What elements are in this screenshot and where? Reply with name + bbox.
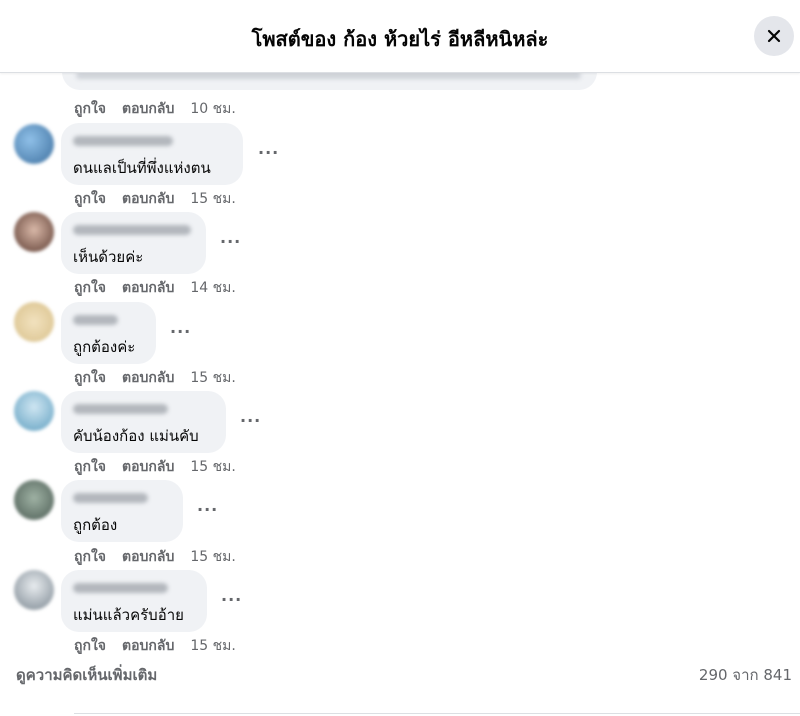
- avatar[interactable]: [14, 391, 54, 431]
- comment-bubble: เห็นด้วยค่ะ: [61, 212, 206, 274]
- like-link[interactable]: ถูกใจ: [74, 635, 106, 657]
- like-link[interactable]: ถูกใจ: [74, 546, 106, 568]
- reply-link[interactable]: ตอบกลับ: [122, 456, 174, 478]
- commenter-name[interactable]: [73, 315, 118, 325]
- reply-link[interactable]: ตอบกลับ: [122, 635, 174, 657]
- comment-text: ถูกต้องค่ะ: [73, 338, 136, 356]
- dialog-header: โพสต์ของ ก้อง ห้วยไร่ อีหลีหนิหล่ะ: [0, 0, 800, 73]
- comment-time[interactable]: 10 ชม.: [190, 98, 235, 120]
- more-options-button[interactable]: ···: [197, 500, 218, 519]
- commenter-name[interactable]: [73, 225, 191, 235]
- comment-actions: ถูกใจ ตอบกลับ 15 ชม.: [74, 635, 236, 657]
- commenter-name[interactable]: [73, 583, 168, 593]
- comment-time[interactable]: 15 ชม.: [190, 546, 235, 568]
- comment-bubble: ถูกต้อง: [61, 480, 183, 542]
- avatar[interactable]: [14, 302, 54, 342]
- avatar[interactable]: [14, 124, 54, 164]
- comment-actions: ถูกใจ ตอบกลับ 15 ชม.: [74, 456, 236, 478]
- comment-actions: ถูกใจ ตอบกลับ 14 ชม.: [74, 277, 236, 299]
- comment-time[interactable]: 15 ชม.: [190, 635, 235, 657]
- reply-link[interactable]: ตอบกลับ: [122, 188, 174, 210]
- like-link[interactable]: ถูกใจ: [74, 277, 106, 299]
- more-options-button[interactable]: ···: [258, 143, 279, 162]
- comment-bubble: ดนแลเป็นที่พึ่งแห่งตน: [61, 123, 243, 185]
- comment-bubble: คับน้องก้อง แม่นคับ: [61, 391, 226, 453]
- comment-time[interactable]: 14 ชม.: [190, 277, 235, 299]
- divider: [74, 713, 800, 714]
- comment-text: เห็นด้วยค่ะ: [73, 248, 144, 266]
- comment-actions: ถูกใจ ตอบกลับ 15 ชม.: [74, 367, 236, 389]
- comment-actions: ถูกใจ ตอบกลับ 10 ชม.: [74, 98, 236, 120]
- comment-count: 290 จาก 841: [698, 666, 792, 684]
- more-options-button[interactable]: ···: [221, 590, 242, 609]
- comment-text: ถูกต้อง: [73, 516, 118, 534]
- more-options-button[interactable]: ···: [220, 232, 241, 251]
- comment-text: คับน้องก้อง แม่นคับ: [73, 427, 199, 445]
- more-options-button[interactable]: ···: [170, 322, 191, 341]
- commenter-name[interactable]: [73, 136, 173, 146]
- avatar[interactable]: [14, 570, 54, 610]
- like-link[interactable]: ถูกใจ: [74, 456, 106, 478]
- reply-link[interactable]: ตอบกลับ: [122, 277, 174, 299]
- comment-bubble: ถูกต้องค่ะ: [61, 302, 156, 364]
- comment-actions: ถูกใจ ตอบกลับ 15 ชม.: [74, 546, 236, 568]
- comment-time[interactable]: 15 ชม.: [190, 367, 235, 389]
- close-icon: [767, 29, 781, 43]
- comment-text: ดนแลเป็นที่พึ่งแห่งตน: [73, 159, 211, 177]
- comment-text: แม่นแล้วครับอ้าย: [73, 606, 184, 624]
- comment-time[interactable]: 15 ชม.: [190, 188, 235, 210]
- like-link[interactable]: ถูกใจ: [74, 367, 106, 389]
- commenter-name[interactable]: [73, 493, 148, 503]
- like-link[interactable]: ถูกใจ: [74, 188, 106, 210]
- comment-time[interactable]: 15 ชม.: [190, 456, 235, 478]
- dialog-title: โพสต์ของ ก้อง ห้วยไร่ อีหลีหนิหล่ะ: [251, 27, 549, 51]
- avatar[interactable]: [14, 480, 54, 520]
- view-more-comments-link[interactable]: ดูความคิดเห็นเพิ่มเติม: [16, 663, 157, 687]
- close-button[interactable]: [754, 16, 794, 56]
- comment-actions: ถูกใจ ตอบกลับ 15 ชม.: [74, 188, 236, 210]
- more-options-button[interactable]: ···: [240, 411, 261, 430]
- commenter-name[interactable]: [73, 404, 168, 414]
- reply-link[interactable]: ตอบกลับ: [122, 546, 174, 568]
- blurred-text: [76, 72, 581, 79]
- like-link[interactable]: ถูกใจ: [74, 98, 106, 120]
- reply-link[interactable]: ตอบกลับ: [122, 98, 174, 120]
- reply-link[interactable]: ตอบกลับ: [122, 367, 174, 389]
- comment-bubble: แม่นแล้วครับอ้าย: [61, 570, 207, 632]
- avatar[interactable]: [14, 212, 54, 252]
